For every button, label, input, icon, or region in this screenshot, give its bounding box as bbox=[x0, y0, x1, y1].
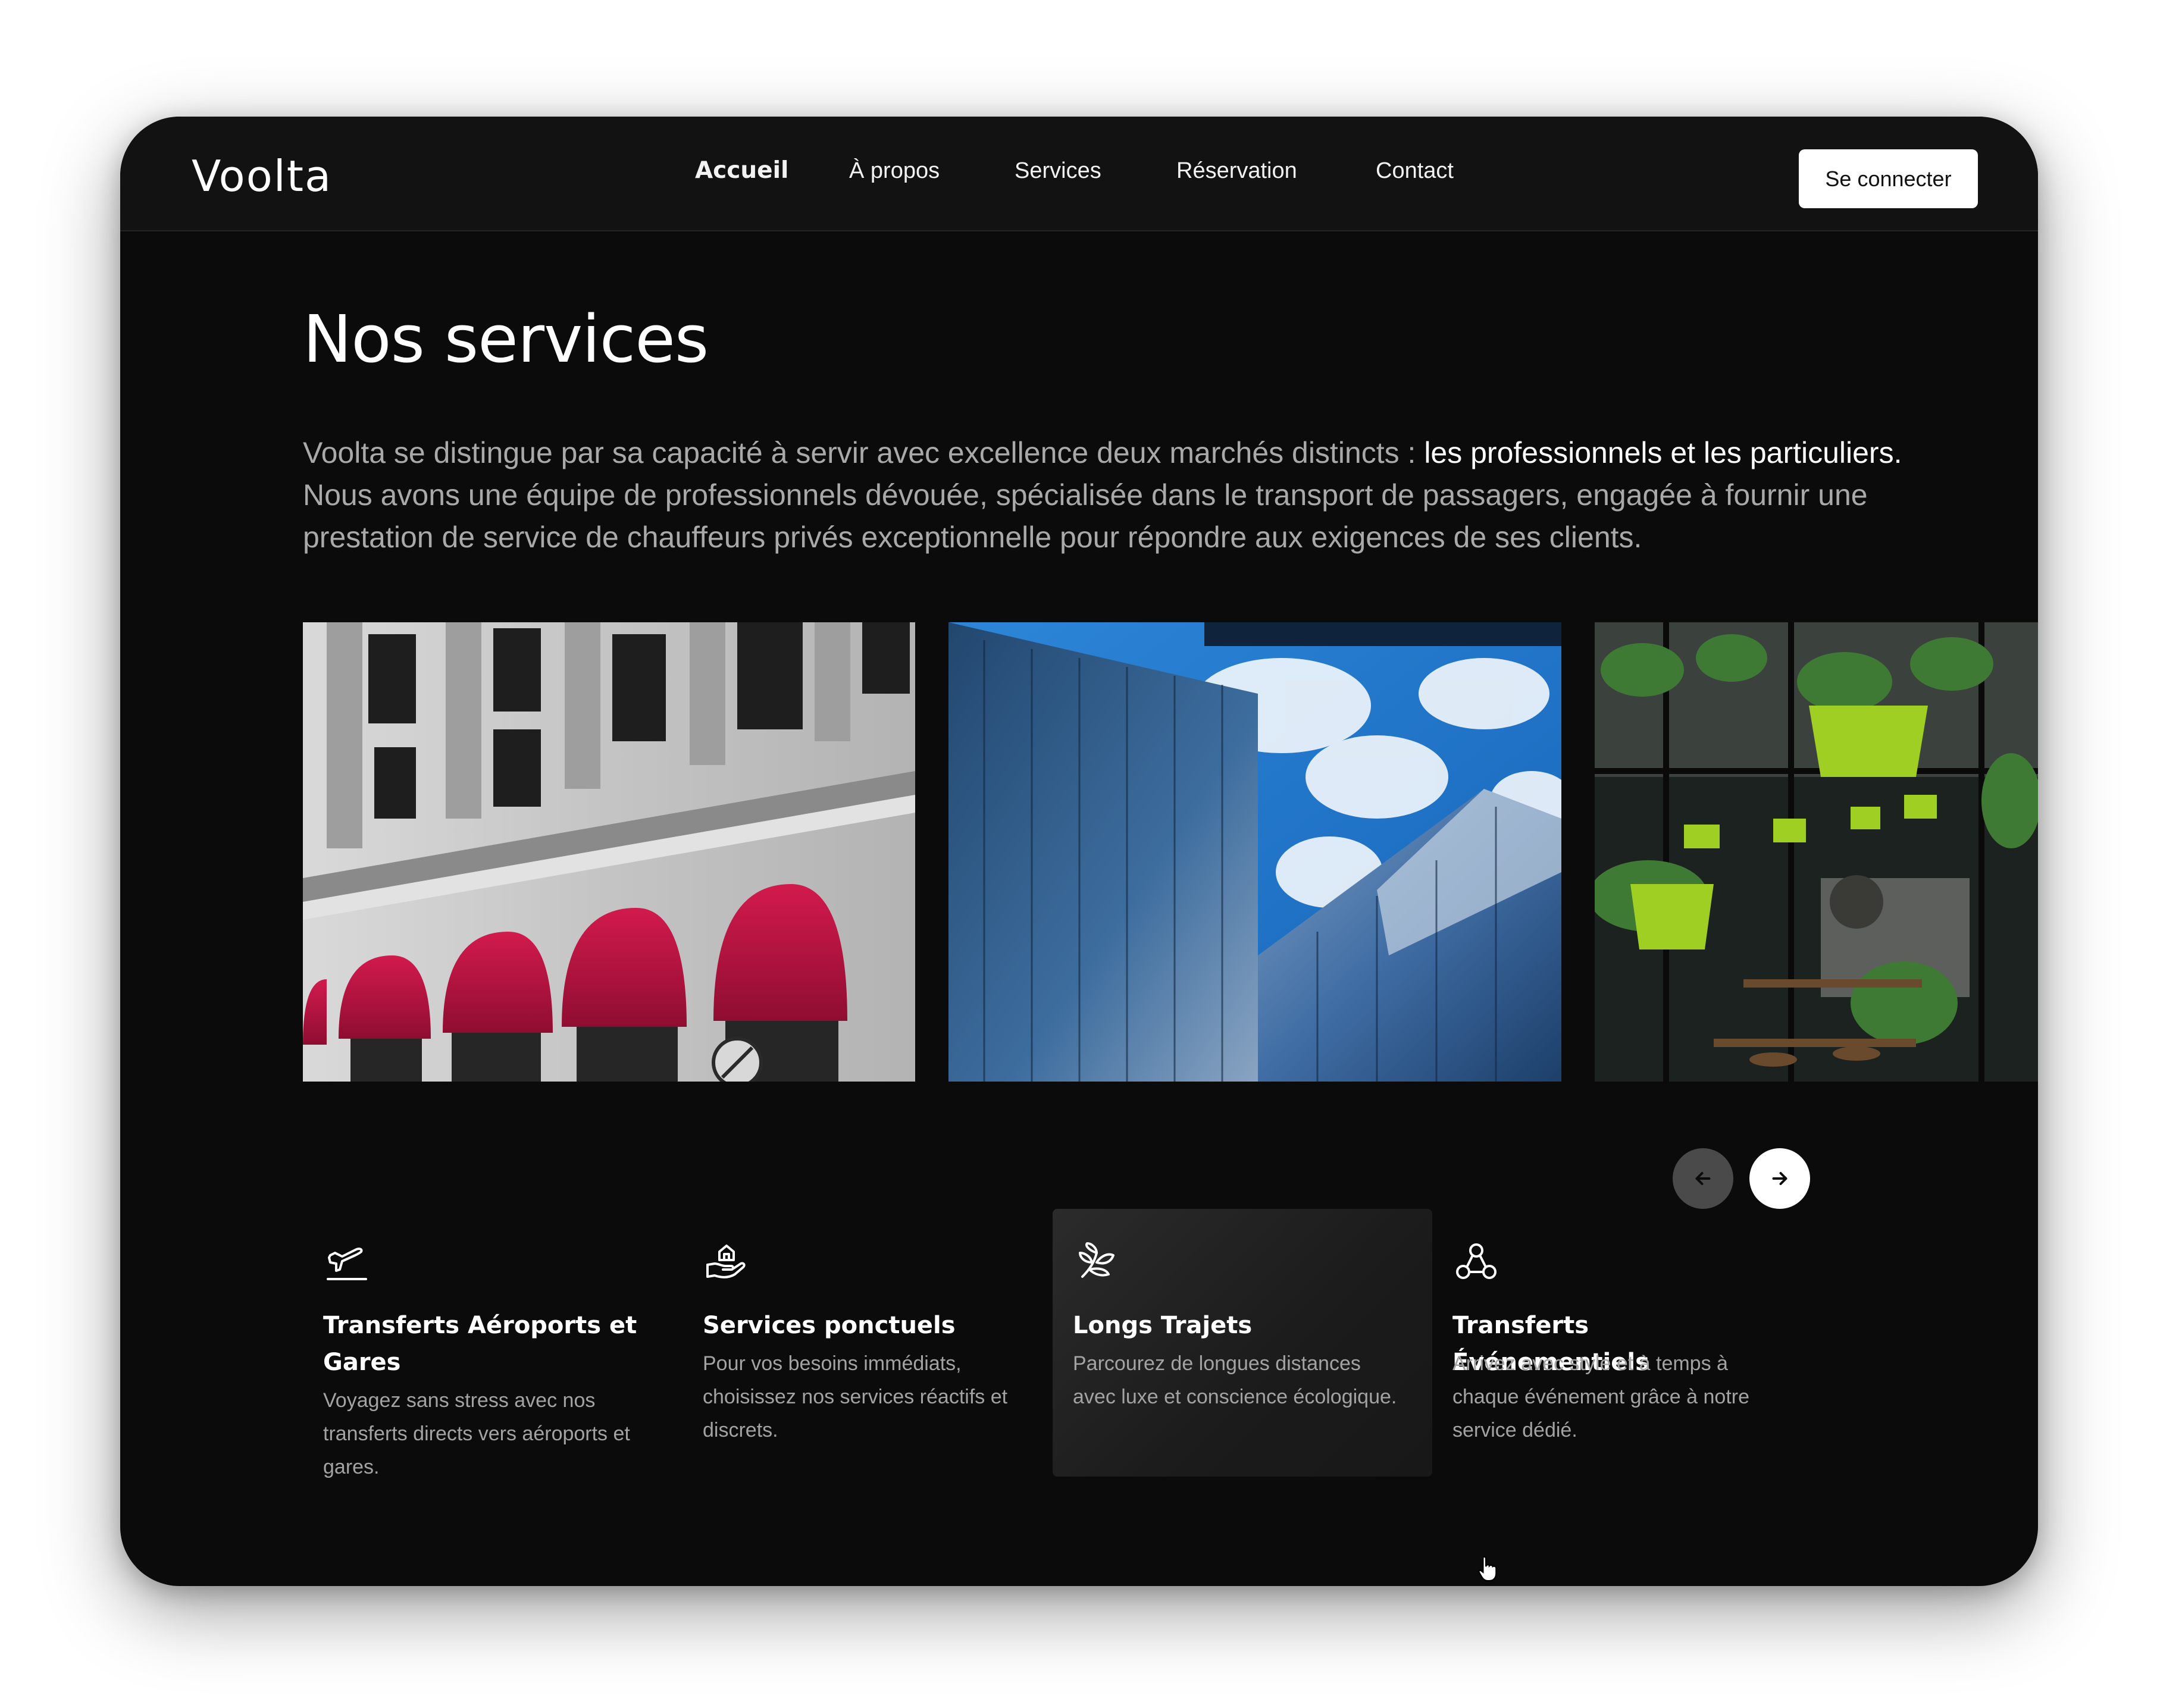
service-description: Arrivez avec style et à temps à chaque é… bbox=[1452, 1352, 1750, 1441]
page-title: Nos services bbox=[303, 301, 709, 377]
service-description: Parcourez de longues distances avec luxe… bbox=[1073, 1352, 1397, 1408]
carousel-image-skyscrapers[interactable] bbox=[948, 622, 1561, 1082]
service-card-airport[interactable]: Transferts Aéroports et Gares Voyagez sa… bbox=[303, 1209, 683, 1478]
app-window: Voolta Accueil À propos Services Réserva… bbox=[120, 117, 2038, 1586]
hand-house-icon bbox=[706, 1245, 746, 1278]
nav-link-contact[interactable]: Contact bbox=[1376, 158, 1454, 184]
service-card-ponctuels[interactable]: Services ponctuels Pour vos besoins immé… bbox=[683, 1209, 1062, 1477]
logo[interactable]: Voolta bbox=[192, 151, 332, 201]
service-description: Voyagez sans stress avec nos transferts … bbox=[323, 1389, 630, 1478]
service-card-events[interactable]: Transferts Événementiels Arrivez avec st… bbox=[1432, 1209, 1812, 1477]
intro-highlight: les professionnels et les particuliers. bbox=[1424, 436, 1902, 469]
login-button[interactable]: Se connecter bbox=[1799, 149, 1978, 208]
leaf-icon bbox=[1079, 1242, 1114, 1278]
carousel-next-button[interactable] bbox=[1749, 1148, 1810, 1209]
nodes-icon bbox=[1456, 1243, 1497, 1279]
service-description: Pour vos besoins immédiats, choisissez n… bbox=[703, 1352, 1008, 1441]
top-navbar: Voolta Accueil À propos Services Réserva… bbox=[120, 117, 2038, 231]
service-title: Transferts Aéroports et Gares bbox=[323, 1312, 637, 1376]
service-title: Longs Trajets bbox=[1073, 1312, 1253, 1339]
nav-link-a-propos[interactable]: À propos bbox=[849, 158, 940, 184]
intro-text-2: Nous avons une équipe de professionnels … bbox=[303, 478, 1868, 554]
nav-link-reservation[interactable]: Réservation bbox=[1176, 158, 1297, 184]
arrow-left-icon bbox=[1695, 1172, 1711, 1185]
carousel-image-restaurant[interactable] bbox=[1595, 622, 2038, 1082]
arrow-right-icon bbox=[1772, 1172, 1787, 1185]
carousel-prev-button[interactable] bbox=[1673, 1148, 1733, 1209]
nav-link-services[interactable]: Services bbox=[1015, 158, 1101, 184]
nav-link-accueil[interactable]: Accueil bbox=[695, 157, 788, 184]
intro-text-1: Voolta se distingue par sa capacité à se… bbox=[303, 436, 1425, 469]
plane-icon bbox=[327, 1248, 367, 1280]
hand-cursor-icon bbox=[1478, 1556, 1497, 1582]
service-card-long-trips[interactable]: Longs Trajets Parcourez de longues dista… bbox=[1053, 1209, 1432, 1477]
intro-paragraph: Voolta se distingue par sa capacité à se… bbox=[303, 432, 1957, 559]
service-title: Services ponctuels bbox=[703, 1312, 956, 1339]
carousel-image-facade[interactable] bbox=[303, 622, 915, 1082]
